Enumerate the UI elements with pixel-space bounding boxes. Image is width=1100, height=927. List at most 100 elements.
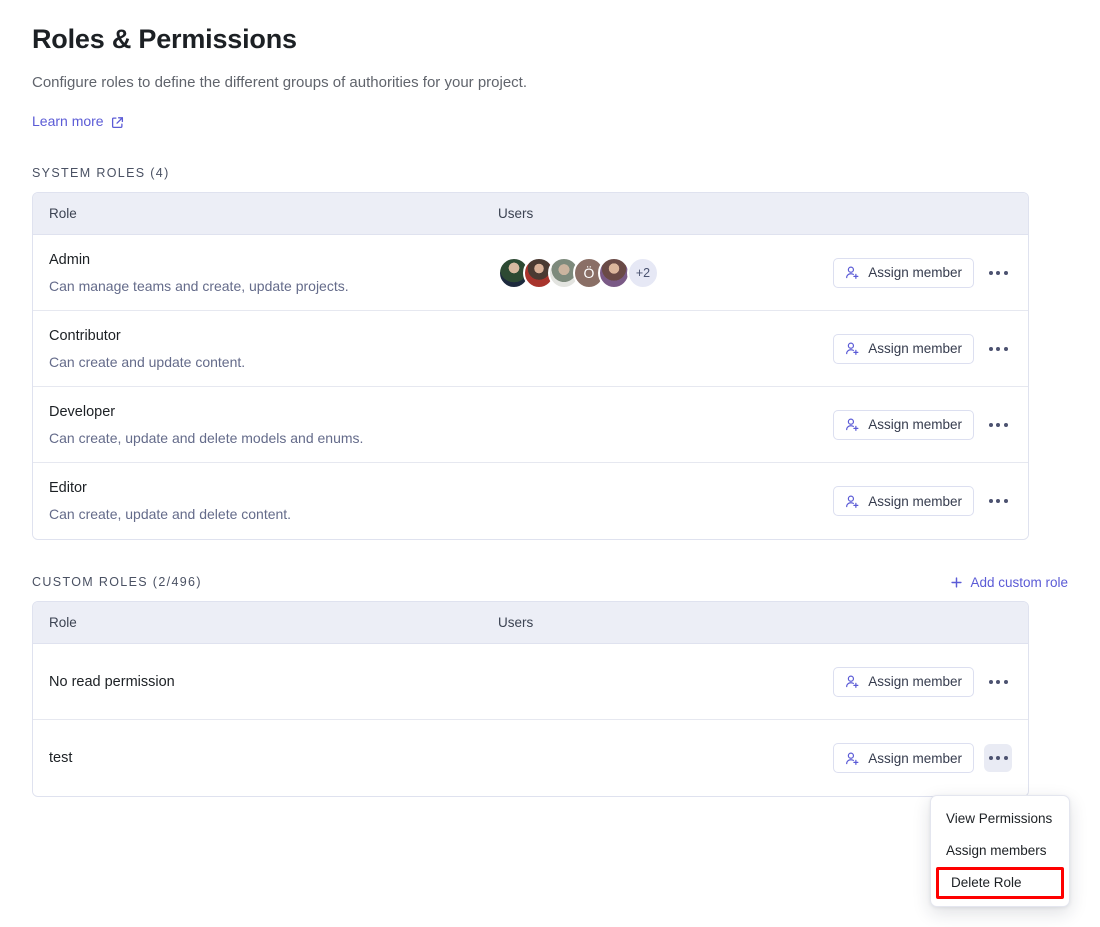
system-roles-section-head: SYSTEM ROLES (4): [32, 131, 1068, 192]
dot-icon: [1004, 756, 1008, 760]
dot-icon: [989, 271, 993, 275]
assign-member-button[interactable]: Assign member: [833, 410, 974, 440]
row-actions: Assign member: [821, 667, 1012, 697]
plus-icon: [950, 576, 963, 589]
assign-member-label: Assign member: [868, 674, 962, 689]
menu-item-assign-members[interactable]: Assign members: [931, 835, 1069, 867]
column-header-role: Role: [49, 206, 498, 221]
page-title: Roles & Permissions: [32, 0, 1068, 56]
external-link-icon: [111, 115, 124, 128]
assign-member-button[interactable]: Assign member: [833, 743, 974, 773]
row-actions: Assign member: [821, 410, 1012, 440]
row-actions: Assign member: [821, 334, 1012, 364]
role-name: Developer: [49, 402, 498, 422]
role-cell: Developer Can create, update and delete …: [49, 388, 498, 462]
custom-table-header: Role Users: [33, 602, 1028, 644]
role-description: Can create, update and delete models and…: [49, 422, 498, 448]
dot-icon: [1004, 347, 1008, 351]
role-name: No read permission: [49, 672, 498, 692]
role-cell: Admin Can manage teams and create, updat…: [49, 236, 498, 310]
row-menu-button[interactable]: [984, 259, 1012, 287]
row-menu-button[interactable]: [984, 487, 1012, 515]
role-cell: No read permission: [49, 658, 498, 706]
row-actions: Assign member: [821, 743, 1012, 773]
custom-roles-label: CUSTOM ROLES (2/496): [32, 574, 202, 590]
row-menu-button[interactable]: [984, 411, 1012, 439]
add-custom-role-button[interactable]: Add custom role: [950, 575, 1068, 590]
row-menu-button[interactable]: [984, 668, 1012, 696]
dot-icon: [996, 271, 1000, 275]
system-roles-table: Role Users Admin Can manage teams and cr…: [32, 192, 1029, 540]
row-actions: Assign member: [821, 258, 1012, 288]
dot-icon: [1004, 680, 1008, 684]
assign-member-label: Assign member: [868, 494, 962, 509]
assign-member-label: Assign member: [868, 751, 962, 766]
dot-icon: [1004, 423, 1008, 427]
person-add-icon: [845, 494, 860, 509]
row-actions: Assign member: [821, 486, 1012, 516]
users-cell: Ö +2: [498, 257, 821, 289]
role-description: Can manage teams and create, update proj…: [49, 270, 498, 296]
table-row: test Assign member: [33, 720, 1028, 796]
role-name: Editor: [49, 478, 498, 498]
dot-icon: [1004, 271, 1008, 275]
role-cell: Editor Can create, update and delete con…: [49, 464, 498, 538]
person-add-icon: [845, 417, 860, 432]
dot-icon: [989, 680, 993, 684]
roles-permissions-page: Roles & Permissions Configure roles to d…: [0, 0, 1100, 927]
add-custom-role-label: Add custom role: [970, 575, 1068, 590]
row-context-menu: View Permissions Assign members Delete R…: [930, 795, 1070, 907]
avatar[interactable]: [598, 257, 630, 289]
assign-member-label: Assign member: [868, 341, 962, 356]
menu-item-view-permissions[interactable]: View Permissions: [931, 803, 1069, 835]
custom-roles-section-head: CUSTOM ROLES (2/496) Add custom role: [32, 540, 1068, 601]
role-description: Can create and update content.: [49, 346, 498, 372]
table-row: Editor Can create, update and delete con…: [33, 463, 1028, 539]
learn-more-link[interactable]: Learn more: [32, 112, 124, 130]
role-name: test: [49, 748, 498, 768]
dot-icon: [996, 423, 1000, 427]
assign-member-button[interactable]: Assign member: [833, 334, 974, 364]
role-name: Contributor: [49, 326, 498, 346]
column-header-role: Role: [49, 615, 498, 630]
dot-icon: [996, 347, 1000, 351]
table-row: Admin Can manage teams and create, updat…: [33, 235, 1028, 311]
avatar-stack: Ö +2: [498, 257, 659, 289]
custom-roles-table: Role Users No read permission Assign mem…: [32, 601, 1029, 797]
role-cell: test: [49, 734, 498, 782]
assign-member-label: Assign member: [868, 265, 962, 280]
dot-icon: [1004, 499, 1008, 503]
table-row: Contributor Can create and update conten…: [33, 311, 1028, 387]
avatar-overflow-count[interactable]: +2: [627, 257, 659, 289]
assign-member-button[interactable]: Assign member: [833, 258, 974, 288]
dot-icon: [996, 680, 1000, 684]
row-menu-button-active[interactable]: [984, 744, 1012, 772]
role-description: Can create, update and delete content.: [49, 498, 498, 524]
assign-member-label: Assign member: [868, 417, 962, 432]
assign-member-button[interactable]: Assign member: [833, 486, 974, 516]
dot-icon: [989, 499, 993, 503]
role-cell: Contributor Can create and update conten…: [49, 312, 498, 386]
person-add-icon: [845, 674, 860, 689]
dot-icon: [996, 756, 1000, 760]
dot-icon: [996, 499, 1000, 503]
system-table-header: Role Users: [33, 193, 1028, 235]
learn-more-label: Learn more: [32, 112, 104, 130]
table-row: Developer Can create, update and delete …: [33, 387, 1028, 463]
assign-member-button[interactable]: Assign member: [833, 667, 974, 697]
column-header-users: Users: [498, 206, 1012, 221]
role-name: Admin: [49, 250, 498, 270]
dot-icon: [989, 423, 993, 427]
table-row: No read permission Assign member: [33, 644, 1028, 720]
person-add-icon: [845, 341, 860, 356]
row-menu-button[interactable]: [984, 335, 1012, 363]
learn-more-row: Learn more: [32, 94, 1068, 131]
menu-item-delete-role[interactable]: Delete Role: [936, 867, 1064, 899]
dot-icon: [989, 347, 993, 351]
person-add-icon: [845, 265, 860, 280]
column-header-users: Users: [498, 615, 1012, 630]
person-add-icon: [845, 751, 860, 766]
system-roles-label: SYSTEM ROLES (4): [32, 165, 170, 181]
page-subtitle: Configure roles to define the different …: [32, 56, 1068, 94]
dot-icon: [989, 756, 993, 760]
